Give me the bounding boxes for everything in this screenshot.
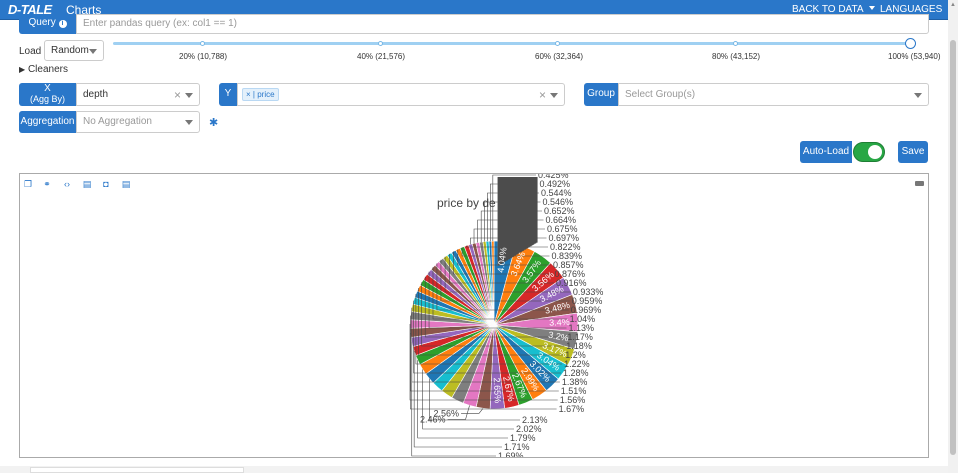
caret-right-icon: ▶ [19,65,26,74]
query-label: Query i [19,14,76,34]
slice-label: 0.876% [555,269,586,279]
slice-label: 0.969% [571,305,602,315]
slider-tick-label: 100% (53,940) [888,52,941,61]
chevron-down-icon [185,120,193,125]
cleaners-toggle[interactable]: ▶ Cleaners [19,64,68,75]
slice-label: 0.652% [544,206,575,216]
slice-label: 1.69% [498,451,524,457]
aggregation-placeholder: No Aggregation [83,116,152,127]
slice-label: 0.664% [546,215,577,225]
slice-label: 0.857% [553,260,584,270]
slice-label: 1.13% [569,323,595,333]
slice-label: 0.675% [547,224,578,234]
slice-label: 1.38% [562,377,588,387]
aggregation-label: Aggregation [19,111,76,133]
query-input[interactable]: Enter pandas query (ex: col1 == 1) [76,14,929,34]
slice-label: 1.18% [566,341,592,351]
load-select[interactable]: Random [44,40,104,61]
slice-label: 1.17% [567,332,593,342]
x-sublabel: (Agg By) [29,94,65,104]
x-select[interactable]: depth × [76,83,200,106]
slice-label: 0.933% [573,287,604,297]
slider-mark[interactable] [733,41,738,46]
slice-label: 0.425% [538,174,569,180]
x-label-text: X [44,83,51,94]
slice-label: 1.22% [564,359,590,369]
slice-label: 1.56% [560,395,586,405]
y-select[interactable]: × | price × [237,83,565,106]
slice-label: 1.67% [559,404,585,414]
cleaners-label: Cleaners [27,64,68,75]
slice-label: 0.697% [549,233,580,243]
y-chip[interactable]: × | price [242,88,279,101]
scroll-thumb[interactable] [950,40,956,455]
chevron-down-icon [89,48,97,54]
slice-label: 1.28% [563,368,589,378]
slice-label: 1.51% [561,386,587,396]
y-chip-label: price [257,90,275,99]
load-slider[interactable] [113,42,911,45]
slice-label: 0.959% [572,296,603,306]
page-scrollbar[interactable]: ▲ [948,0,958,473]
slider-mark[interactable] [555,41,560,46]
slice-label: 3.4% [549,317,570,328]
autoload-label: Auto-Load [800,141,852,163]
load-label: Load [19,46,42,57]
chevron-down-icon [185,92,193,98]
save-button[interactable]: Save [898,141,928,163]
slice-label: 2.65% [492,377,503,403]
slider-tick-label: 60% (32,364) [535,52,584,61]
slice-label: 0.916% [556,278,587,288]
x-value: depth [83,89,109,100]
slider-tick-label: 20% (10,788) [179,52,228,61]
chevron-down-icon [914,92,922,98]
slider-tick-label: 40% (21,576) [357,52,406,61]
slice-label: 1.04% [570,314,596,324]
group-placeholder: Select Group(s) [625,89,696,100]
slice-label: 0.546% [543,197,574,207]
scroll-up-icon[interactable]: ▲ [948,2,958,10]
toggle-knob [868,145,882,159]
slice-label: 0.822% [550,242,581,252]
gear-icon[interactable]: ✱ [209,116,218,129]
aggregation-select[interactable]: No Aggregation [76,111,200,133]
query-label-text: Query [28,17,56,28]
slider-mark[interactable] [200,41,205,46]
load-value: Random [51,45,89,56]
x-label: X (Agg By) [19,83,76,106]
clear-icon[interactable]: × [539,88,546,102]
chevron-down-icon [550,92,558,98]
autoload-toggle[interactable] [853,142,885,162]
query-placeholder: Enter pandas query (ex: col1 == 1) [83,18,237,29]
slice-label: 0.544% [541,188,572,198]
clear-icon[interactable]: × [174,88,181,102]
pie-chart: 4.04% 3.64%3.57%3.56%3.48%3.48%3.4%3.2%3.… [409,174,604,457]
info-icon: i [58,20,67,28]
slider-tick-label: 80% (43,152) [712,52,761,61]
slider-handle[interactable] [905,38,916,49]
group-label: Group [584,83,618,106]
slice-label: 1.2% [565,350,586,360]
slice-label: 0.492% [540,179,571,189]
chart-container: ❐ ⚭ ‹› ▤ ◘ ▤ 4.04% 3.64% 3.57% 3.56% 3.48% 3.… [19,173,929,458]
slice-label: 0.839% [552,251,583,261]
y-label: Y [219,83,237,106]
bottom-tab[interactable] [30,467,244,473]
slice-label: 2.46% [420,414,446,424]
slider-mark[interactable] [378,41,383,46]
chart-title: price by de [437,196,496,210]
chevron-down-icon [868,6,875,10]
group-select[interactable]: Select Group(s) [618,83,929,106]
chip-remove-icon[interactable]: × [246,90,251,99]
